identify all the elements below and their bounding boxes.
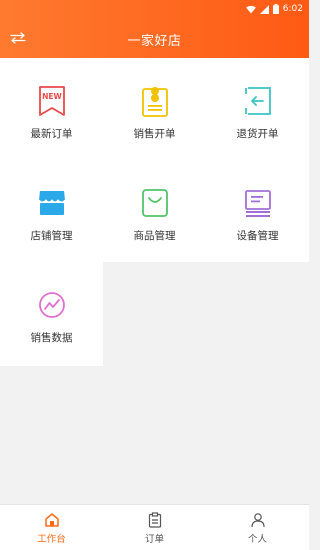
function-grid-row-3: 销售数据 <box>0 262 103 366</box>
grid-item-product-management[interactable]: 商品管理 <box>103 160 206 262</box>
tab-personal[interactable]: 个人 <box>206 505 309 550</box>
title-row: 一家好店 <box>0 22 309 56</box>
grid-item-device-management[interactable]: 设备管理 <box>206 160 309 262</box>
grid-item-label: 销售开单 <box>133 128 176 140</box>
bottom-tab-bar: 工作台 订单 个人 <box>0 504 309 550</box>
return-order-icon <box>241 84 275 118</box>
wifi-icon <box>245 5 256 14</box>
shopping-bag-icon <box>138 186 172 220</box>
tab-label: 工作台 <box>37 534 66 545</box>
grid-item-new-orders[interactable]: NEW 最新订单 <box>0 58 103 160</box>
page-title: 一家好店 <box>127 34 182 49</box>
grid-item-sales-data[interactable]: 销售数据 <box>0 262 103 364</box>
sales-order-icon <box>138 84 172 118</box>
tab-workbench[interactable]: 工作台 <box>0 505 103 550</box>
grid-item-label: 商品管理 <box>133 230 176 242</box>
tab-orders[interactable]: 订单 <box>103 505 206 550</box>
user-icon <box>249 511 267 529</box>
grid-item-return-order[interactable]: 退货开单 <box>206 58 309 160</box>
grid-item-label: 销售数据 <box>30 332 73 344</box>
status-bar: 6:02 <box>0 0 309 18</box>
status-time: 6:02 <box>282 4 303 14</box>
function-grid: NEW 最新订单 销售开单 退货开单 店铺管理 商品管理 设备管理 <box>0 58 309 262</box>
app-header: 6:02 一家好店 <box>0 0 309 58</box>
sales-chart-icon <box>35 288 69 322</box>
battery-icon <box>272 4 279 14</box>
grid-item-label: 最新订单 <box>30 128 73 140</box>
store-icon <box>35 186 69 220</box>
grid-item-label: 设备管理 <box>236 230 279 242</box>
new-badge-text: NEW <box>42 92 62 101</box>
tab-label: 订单 <box>144 534 164 545</box>
clipboard-icon <box>146 511 164 529</box>
device-icon <box>241 186 275 220</box>
grid-item-sales-order[interactable]: 销售开单 <box>103 58 206 160</box>
signal-icon <box>259 4 269 14</box>
new-order-icon: NEW <box>35 84 69 118</box>
tab-label: 个人 <box>247 534 267 545</box>
grid-item-label: 退货开单 <box>236 128 279 140</box>
grid-item-store-management[interactable]: 店铺管理 <box>0 160 103 262</box>
home-icon <box>43 511 61 529</box>
grid-item-label: 店铺管理 <box>30 230 73 242</box>
